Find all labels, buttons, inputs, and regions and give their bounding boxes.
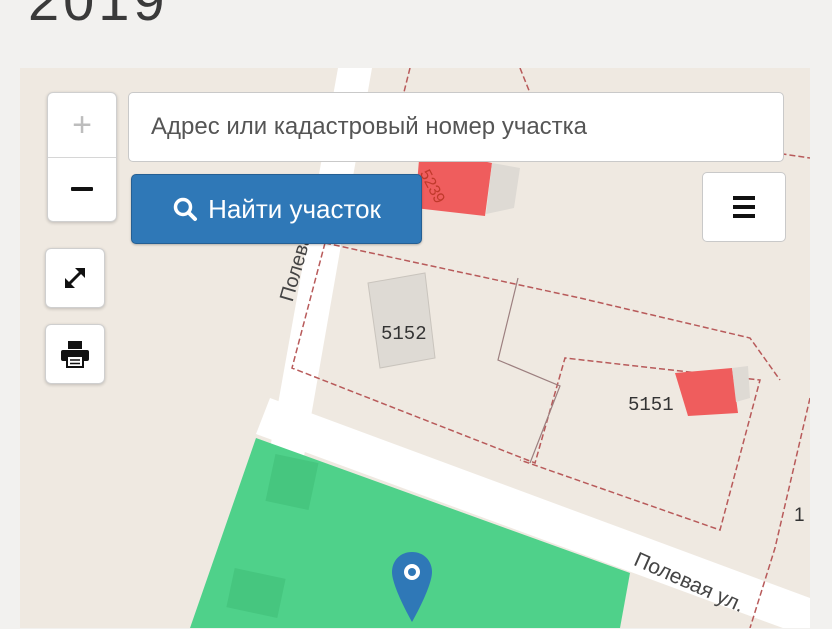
print-button[interactable] bbox=[45, 324, 105, 384]
year-heading: 2019 bbox=[28, 0, 169, 32]
building-5152 bbox=[367, 272, 436, 369]
find-parcel-label: Найти участок bbox=[208, 193, 381, 224]
parcel-label-edge: 1 bbox=[794, 505, 805, 526]
location-pin-icon[interactable] bbox=[390, 550, 434, 629]
search-input[interactable] bbox=[128, 92, 784, 162]
building-5151 bbox=[675, 368, 738, 416]
parcel-label-5151: 5151 bbox=[628, 394, 674, 416]
menu-button[interactable] bbox=[702, 172, 786, 242]
zoom-out-button[interactable] bbox=[48, 157, 116, 221]
zoom-in-button[interactable]: + bbox=[48, 93, 116, 158]
hamburger-menu-icon bbox=[733, 196, 755, 218]
search-icon bbox=[173, 197, 198, 221]
zoom-control: + bbox=[47, 92, 117, 222]
find-parcel-button[interactable]: Найти участок bbox=[131, 174, 422, 244]
expand-arrows-icon bbox=[65, 268, 85, 288]
fullscreen-button[interactable] bbox=[45, 248, 105, 308]
minus-icon bbox=[71, 187, 93, 191]
printer-icon bbox=[61, 341, 89, 368]
parcel-label-5152: 5152 bbox=[381, 323, 427, 345]
